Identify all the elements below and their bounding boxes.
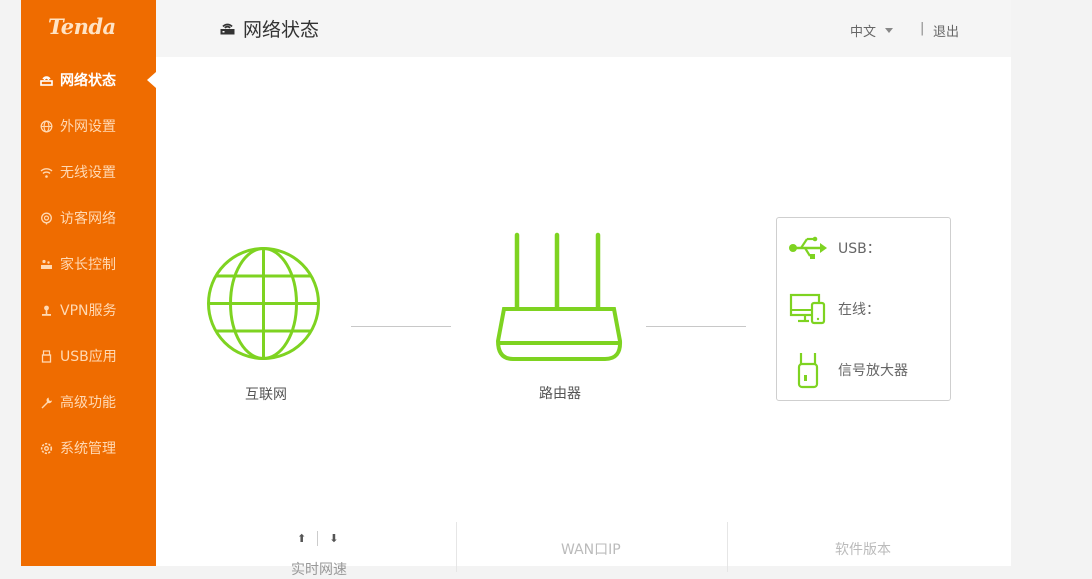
online-status-label: 在线： [838, 302, 880, 318]
sidebar-item-label: 访客网络 [60, 211, 116, 227]
main-panel: 互联网 路由器 USB： 在线： 信号放大器 ⬆ ⬇ 实时网速 WAN口IP 软… [156, 57, 1011, 578]
wifi-icon [40, 166, 53, 179]
sidebar-item-wan-settings[interactable]: 外网设置 [21, 103, 156, 149]
usb-icon [787, 231, 829, 265]
upload-arrow-icon: ⬆ [297, 532, 307, 545]
router-icon [40, 74, 53, 87]
usb-icon [40, 349, 53, 363]
logout-link[interactable]: 退出 [933, 21, 959, 40]
extender-icon [787, 353, 829, 389]
tenda-logo: Tenda [48, 14, 116, 39]
connector-router-devices [646, 326, 746, 327]
sidebar-item-advanced[interactable]: 高级功能 [21, 379, 156, 425]
globe-icon [207, 247, 320, 360]
extender-status[interactable]: 信号放大器 [787, 353, 908, 389]
devices-icon [787, 292, 829, 326]
header: 网络状态 中文 | 退出 [156, 0, 1011, 57]
language-select[interactable]: 中文 [850, 21, 894, 40]
arrow-divider [317, 531, 319, 546]
usb-status[interactable]: USB： [787, 231, 881, 265]
internet-node[interactable] [206, 246, 321, 361]
wrench-icon [40, 396, 53, 409]
router-icon [219, 20, 236, 37]
parental-icon [40, 258, 53, 271]
page-title: 网络状态 [219, 15, 319, 42]
sidebar: Tenda 网络状态 外网设置 无线设置 访客网络 家长控制 VPN服务 USB… [21, 0, 156, 566]
sidebar-item-label: 无线设置 [60, 165, 116, 181]
sidebar-item-label: 外网设置 [60, 119, 116, 135]
chevron-down-icon [885, 28, 894, 33]
sidebar-item-parental-control[interactable]: 家长控制 [21, 241, 156, 287]
extender-status-label: 信号放大器 [838, 363, 908, 379]
sidebar-item-label: VPN服务 [60, 303, 117, 319]
router-device-icon [495, 232, 623, 361]
sidebar-item-system[interactable]: 系统管理 [21, 425, 156, 471]
sidebar-item-label: 网络状态 [60, 73, 116, 89]
router-label: 路由器 [539, 386, 581, 402]
sidebar-item-label: USB应用 [60, 349, 117, 365]
sidebar-item-network-status[interactable]: 网络状态 [21, 57, 156, 103]
download-arrow-icon: ⬇ [329, 532, 339, 545]
language-value: 中文 [850, 25, 877, 40]
sidebar-item-guest-network[interactable]: 访客网络 [21, 195, 156, 241]
sidebar-item-usb[interactable]: USB应用 [21, 333, 156, 379]
sidebar-item-label: 高级功能 [60, 395, 116, 411]
sidebar-item-label: 系统管理 [60, 441, 116, 457]
guest-icon [40, 212, 53, 225]
usb-status-label: USB： [838, 241, 881, 257]
gear-icon [40, 442, 53, 455]
sidebar-item-label: 家长控制 [60, 257, 116, 273]
speed-arrows: ⬆ ⬇ [297, 531, 338, 546]
online-status[interactable]: 在线： [787, 292, 880, 326]
realtime-speed-label: 实时网速 [291, 562, 347, 578]
router-node[interactable] [495, 231, 625, 363]
sidebar-item-vpn[interactable]: VPN服务 [21, 287, 156, 333]
connector-internet-router [351, 326, 451, 327]
wan-ip-label: WAN口IP [561, 542, 621, 558]
firmware-version-label: 软件版本 [835, 542, 891, 558]
globe-icon [40, 120, 53, 133]
vpn-icon [40, 304, 53, 317]
internet-label: 互联网 [245, 387, 287, 403]
bottom-divider [727, 522, 728, 572]
header-separator: | [920, 21, 925, 36]
page-title-text: 网络状态 [243, 19, 320, 41]
device-status-box: USB： 在线： 信号放大器 [776, 217, 951, 401]
sidebar-item-wireless-settings[interactable]: 无线设置 [21, 149, 156, 195]
bottom-divider [456, 522, 457, 572]
